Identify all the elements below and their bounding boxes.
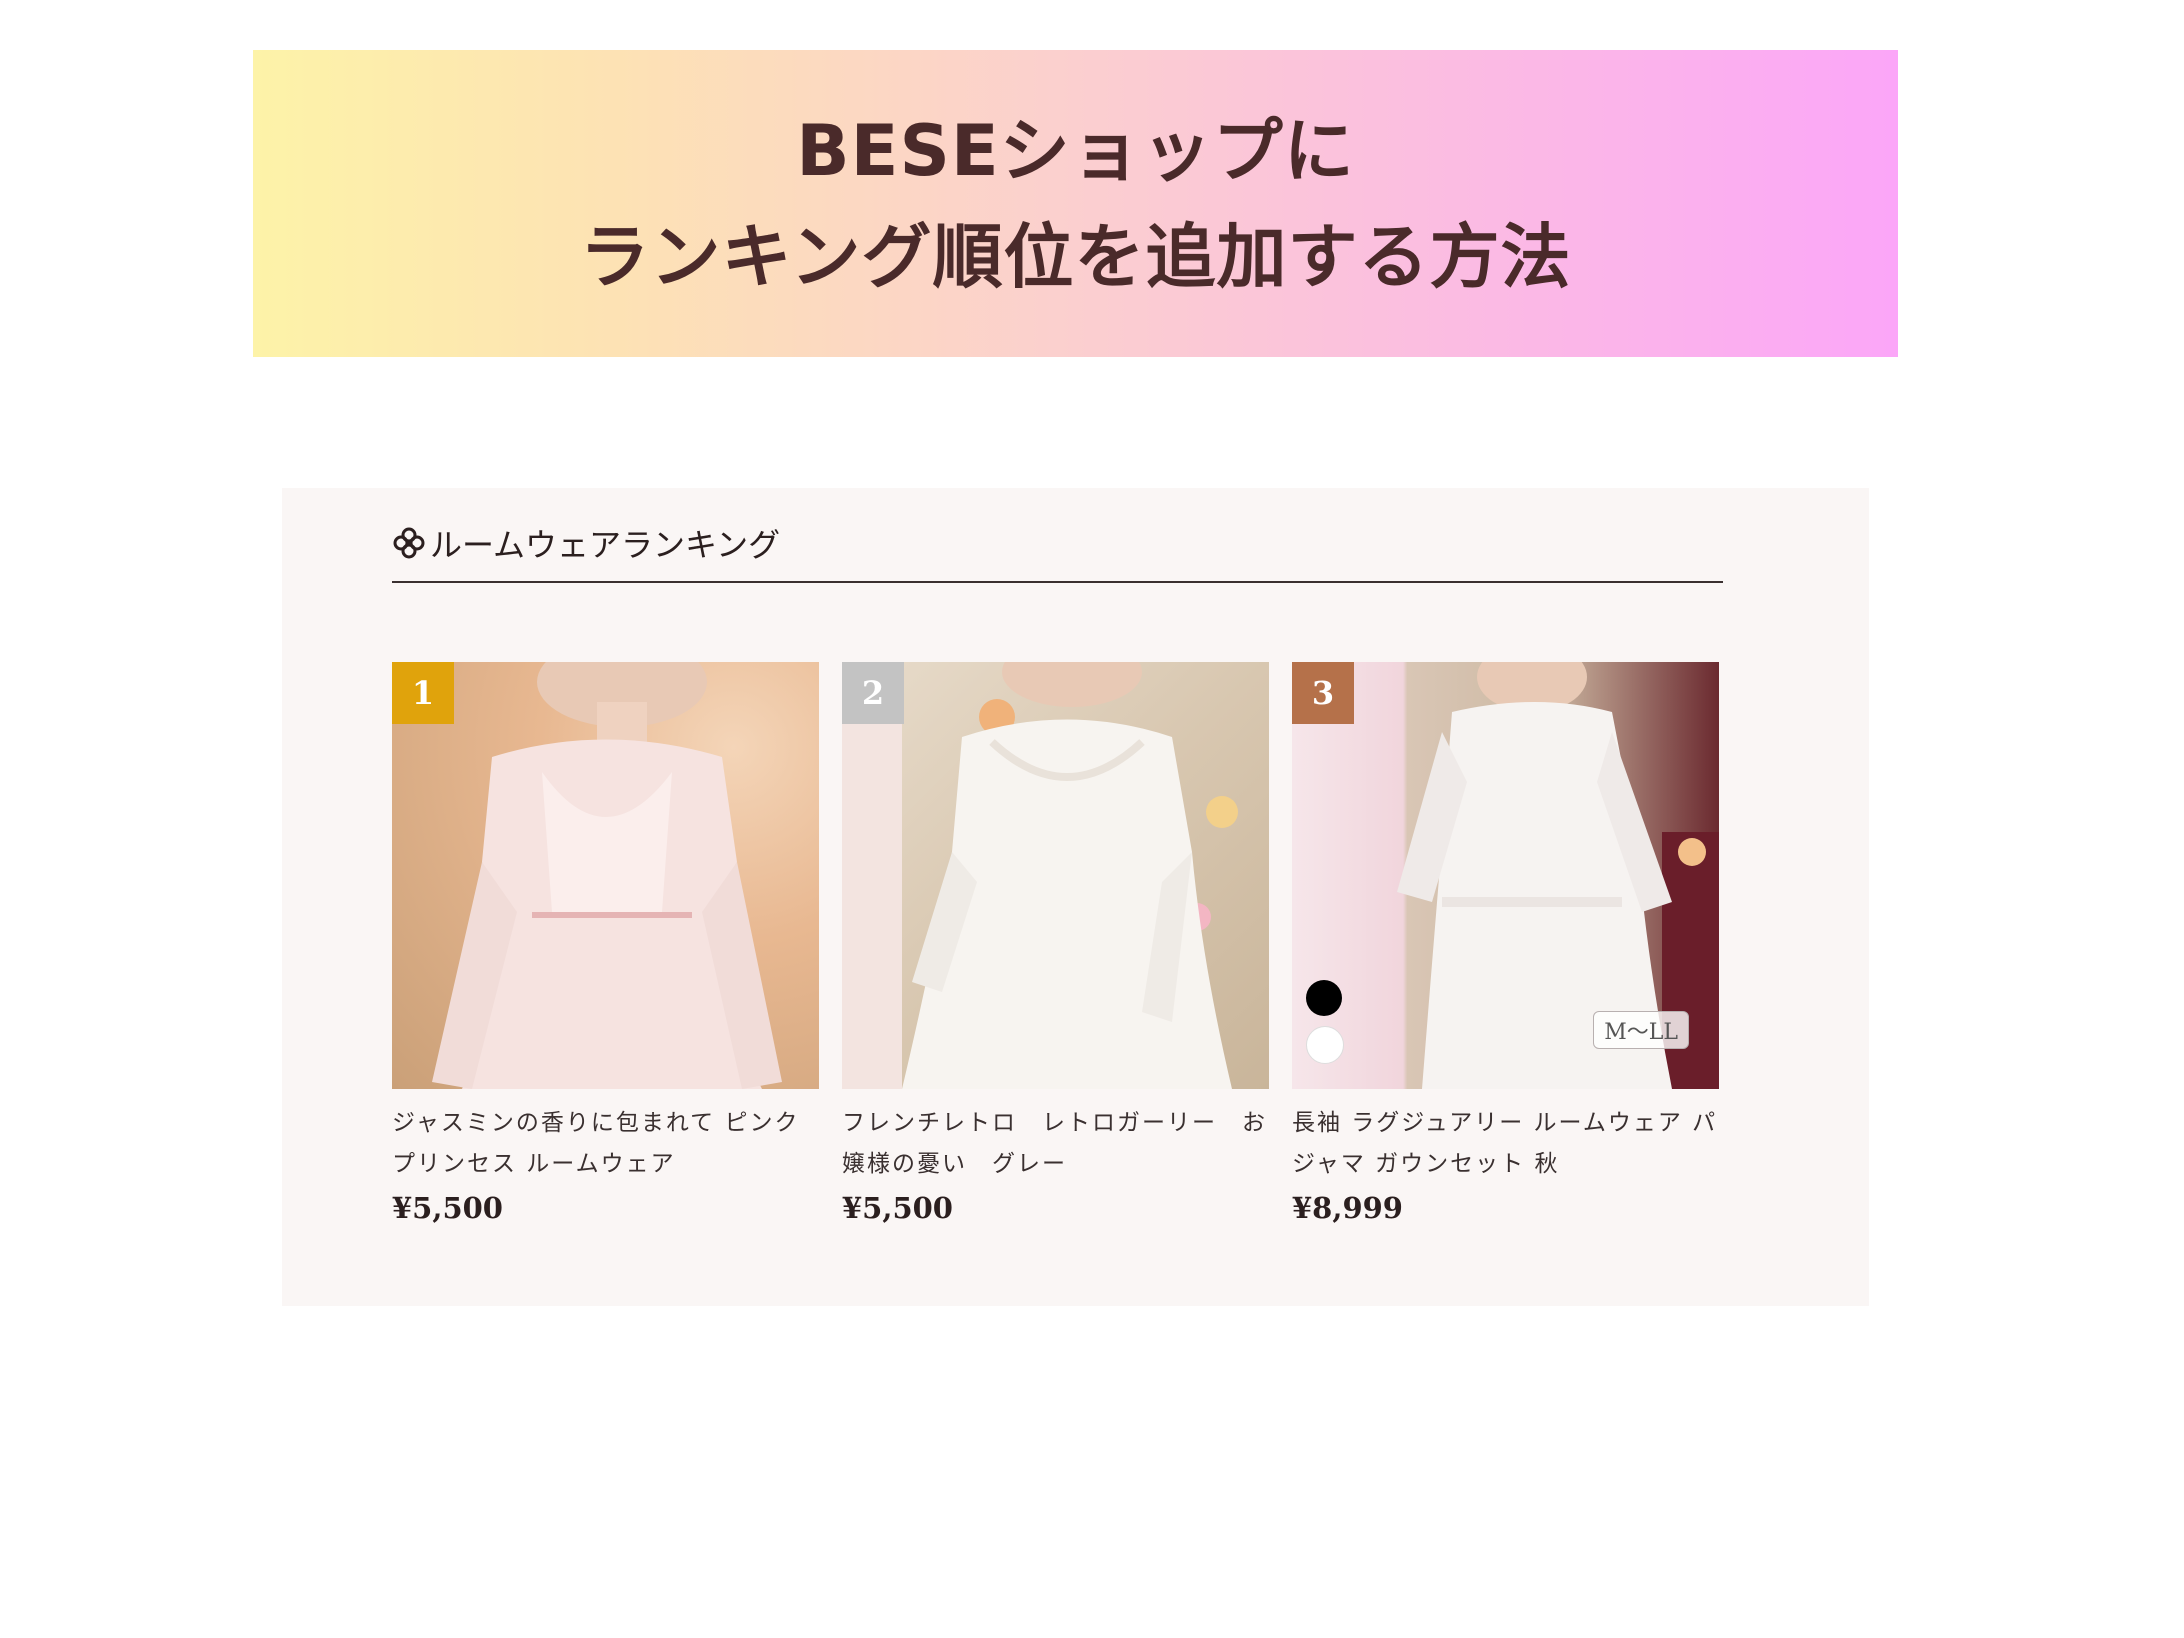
product-price-3: ¥8,999: [1292, 1191, 1403, 1225]
color-swatch-black[interactable]: [1306, 980, 1342, 1016]
rank-badge-2: 2: [842, 662, 904, 724]
product-image-1[interactable]: 1: [392, 662, 819, 1089]
product-card-2[interactable]: 2 フレンチレトロ レトロガーリー お嬢様の憂い グレー ¥5,500: [842, 662, 1269, 1225]
flower-icon: [392, 526, 426, 560]
product-price-2: ¥5,500: [842, 1191, 953, 1225]
title-banner: BESEショップに ランキング順位を追加する方法: [253, 50, 1898, 357]
rank-badge-1: 1: [392, 662, 454, 724]
product-name-2[interactable]: フレンチレトロ レトロガーリー お嬢様の憂い グレー: [842, 1103, 1269, 1185]
product-image-2[interactable]: 2: [842, 662, 1269, 1089]
ranking-panel: ルームウェアランキング 1 ジャスミンの香りに包まれて ピンクプリンセス ルーム…: [282, 488, 1869, 1306]
color-swatch-white[interactable]: [1306, 1026, 1344, 1064]
section-title: ルームウェアランキング: [430, 526, 781, 564]
section-heading: ルームウェアランキング: [392, 518, 780, 568]
product-price-1: ¥5,500: [392, 1191, 503, 1225]
product-card-3[interactable]: M〜LL 3 長袖 ラグジュアリー ルームウェア パジャマ ガウンセット 秋 ¥…: [1292, 662, 1719, 1225]
product-image-3[interactable]: M〜LL 3: [1292, 662, 1719, 1089]
product-name-3[interactable]: 長袖 ラグジュアリー ルームウェア パジャマ ガウンセット 秋: [1292, 1103, 1719, 1185]
banner-title-line-2: ランキング順位を追加する方法: [579, 215, 1572, 298]
product-card-1[interactable]: 1 ジャスミンの香りに包まれて ピンクプリンセス ルームウェア ¥5,500: [392, 662, 819, 1225]
heading-divider: [392, 581, 1723, 583]
rank-badge-3: 3: [1292, 662, 1354, 724]
size-tag: M〜LL: [1593, 1011, 1689, 1049]
banner-title-line-1: BESEショップに: [796, 109, 1355, 192]
product-name-1[interactable]: ジャスミンの香りに包まれて ピンクプリンセス ルームウェア: [392, 1103, 819, 1185]
